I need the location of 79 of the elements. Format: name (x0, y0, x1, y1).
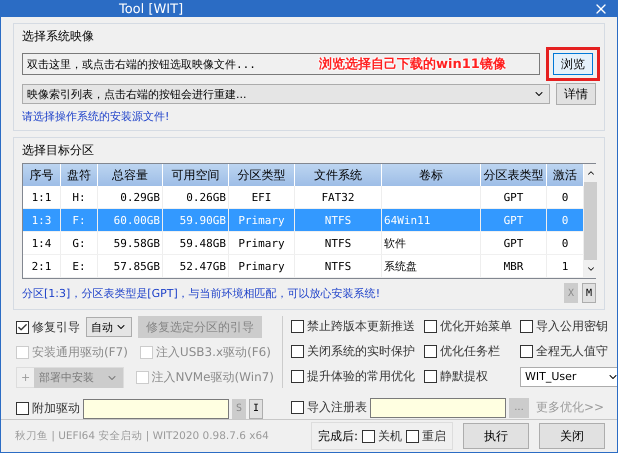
column-header[interactable]: 总容量 (98, 164, 163, 186)
table-cell: EFI (229, 186, 295, 209)
table-cell: Primary (229, 209, 295, 232)
checkbox[interactable]: 优化任务栏 (424, 341, 520, 362)
table-cell: 59.58GB (98, 232, 163, 255)
column-header[interactable]: 盘符 (61, 164, 98, 186)
table-cell: H: (61, 186, 98, 209)
table-cell: 2:1 (23, 255, 61, 278)
table-cell: Primary (229, 255, 295, 278)
table-cell: 59.90GB (163, 209, 229, 232)
table-cell: GPT (481, 209, 547, 232)
hint-text: 请选择操作系统的安装源文件! (22, 109, 170, 124)
table-cell: 0 (547, 186, 584, 209)
table-cell: 1 (547, 255, 584, 278)
checkbox[interactable]: 修复引导 (16, 316, 80, 338)
table-cell: 0.26GB (163, 186, 229, 209)
table-cell: 软件 (382, 232, 481, 255)
table-cell: FAT32 (295, 186, 382, 209)
table-cell: 0 (547, 209, 584, 232)
column-header[interactable]: 可用空间 (163, 164, 229, 186)
table-cell: 0 (547, 232, 584, 255)
user-combo[interactable]: WIT_User (520, 366, 617, 386)
column-header[interactable]: 分区类型 (229, 164, 295, 186)
table-cell: NTFS (295, 255, 382, 278)
table-cell: 1:1 (23, 186, 61, 209)
window-title: Tool [WIT] (119, 2, 184, 16)
table-cell: MBR (481, 255, 547, 278)
checkbox[interactable]: 提升体验的常用优化 (291, 366, 424, 387)
checkbox[interactable]: 关机 (362, 426, 402, 446)
checkbox[interactable]: 导入公用密钥 (520, 316, 617, 337)
driver-field[interactable] (83, 398, 229, 418)
table-cell: 57.85GB (98, 255, 163, 278)
table-cell: G: (61, 232, 98, 255)
column-header[interactable]: 激活 (547, 164, 584, 186)
check-icon (17, 322, 28, 332)
table-cell: F: (61, 209, 98, 232)
table-cell: 52.47GB (163, 255, 229, 278)
column-header[interactable]: 分区表类型 (481, 164, 547, 186)
boot-mode-combo[interactable]: 自动 (86, 317, 132, 337)
table-cell: 1:4 (23, 232, 61, 255)
action-button[interactable]: 关闭 (539, 423, 606, 449)
column-header[interactable]: 文件系统 (295, 164, 382, 186)
checkbox[interactable]: 优化开始菜单 (424, 316, 520, 337)
table-cell: E: (61, 255, 98, 278)
index-combo[interactable]: 映像索引列表，点击右端的按钮会进行重建... (22, 84, 550, 104)
column-header[interactable]: 卷标 (382, 164, 481, 186)
after-label: 完成后: (318, 428, 358, 444)
small-button[interactable]: M (582, 283, 596, 303)
group-title: 选择系统映像 (22, 28, 95, 45)
checkbox[interactable]: 关闭系统的实时保护 (291, 341, 424, 362)
action-button[interactable]: 执行 (463, 423, 530, 449)
annotation-text: 浏览选择自己下载的win11镜像 (319, 56, 506, 73)
checkbox[interactable]: 重启 (406, 426, 446, 446)
checkbox[interactable]: 附加驱动 (16, 398, 80, 419)
checkbox[interactable]: 全程无人值守 (520, 341, 617, 362)
table-cell: NTFS (295, 209, 382, 232)
small-button[interactable]: I (249, 398, 263, 418)
table-cell: 59.48GB (163, 232, 229, 255)
column-header[interactable]: 序号 (23, 164, 61, 186)
registry-field[interactable] (370, 398, 506, 418)
table-cell: 64Win11 (382, 209, 481, 232)
group-title: 选择目标分区 (22, 142, 95, 159)
scrollbar[interactable] (584, 164, 597, 278)
plus-text: + (21, 371, 30, 384)
details-button[interactable]: 详情 (556, 83, 596, 105)
table-cell: Primary (229, 232, 295, 255)
table-cell: 系统盘 (382, 255, 481, 278)
version-info: 秋刀鱼 | UEFI64 安全启动 | WIT2020 0.98.7.6 x64 (15, 429, 270, 443)
table-cell: GPT (481, 232, 547, 255)
table-cell: 1:3 (23, 209, 61, 232)
checkbox[interactable]: 禁止跨版本更新推送 (291, 316, 424, 337)
status-text: 分区[1:3]，分区表类型是[GPT]，与当前环境相匹配，可以放心安装系统! (22, 286, 380, 300)
table-cell: NTFS (295, 232, 382, 255)
table-cell: 0.29GB (98, 186, 163, 209)
checkbox[interactable]: 导入注册表 (291, 397, 367, 418)
table-cell: GPT (481, 186, 547, 209)
table-cell: 60.00GB (98, 209, 163, 232)
browse-button[interactable]: 浏览 (553, 53, 593, 75)
checkbox[interactable]: 静默提权 (424, 366, 520, 387)
